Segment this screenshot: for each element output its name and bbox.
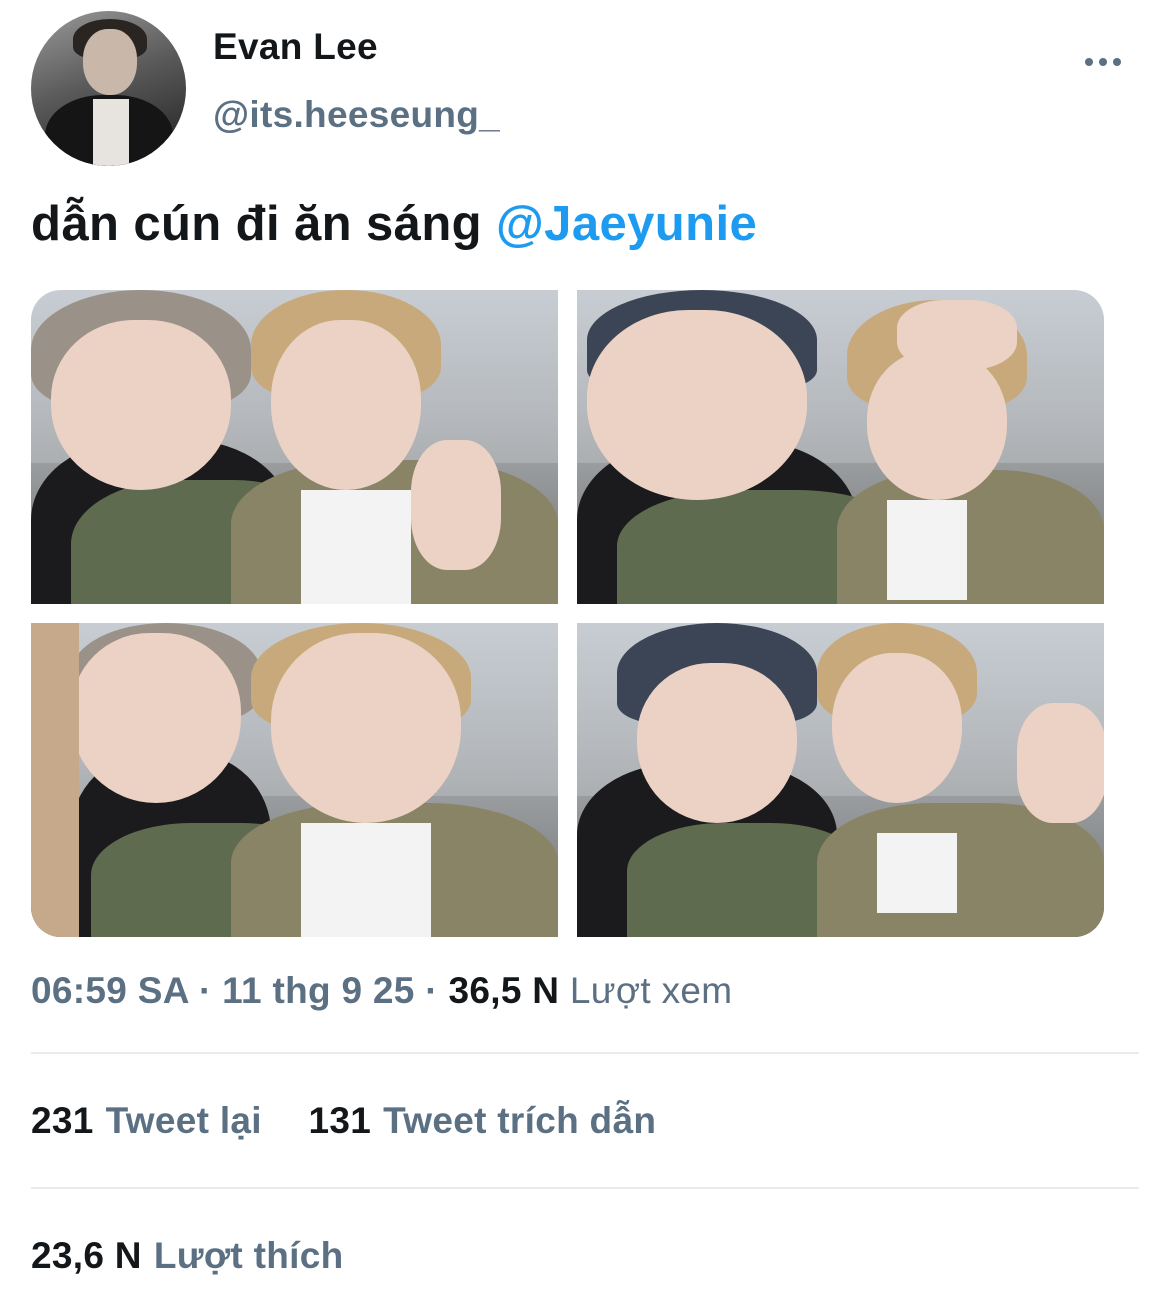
tweet-photo-2[interactable] xyxy=(577,290,1104,604)
likes-count: 23,6 N xyxy=(31,1235,142,1276)
divider xyxy=(31,1052,1139,1054)
tweet-meta: 06:59 SA · 11 thg 9 25 · 36,5 N Lượt xem xyxy=(31,970,732,1012)
person-face xyxy=(832,653,962,803)
quotes-label: Tweet trích dẫn xyxy=(383,1100,657,1141)
person-face xyxy=(867,350,1007,500)
tweet-time[interactable]: 06:59 SA xyxy=(31,970,188,1011)
tweet-photo-1[interactable] xyxy=(31,290,558,604)
avatar-figure-face xyxy=(83,29,137,95)
person-face xyxy=(587,310,807,500)
engagement-stats: 231 Tweet lại 131 Tweet trích dẫn xyxy=(31,1100,692,1142)
hand-on-head xyxy=(897,300,1017,370)
person-face xyxy=(271,633,461,823)
divider xyxy=(31,1187,1139,1189)
avatar[interactable] xyxy=(31,11,186,166)
person-shirt xyxy=(301,823,431,937)
person-face xyxy=(51,320,231,490)
more-dot xyxy=(1113,58,1121,66)
person-shirt xyxy=(301,490,411,604)
meta-separator: · xyxy=(425,970,438,1011)
meta-separator: · xyxy=(198,970,212,1011)
more-dot xyxy=(1099,58,1107,66)
views-label: Lượt xem xyxy=(569,970,733,1011)
tweet-photo-3[interactable] xyxy=(31,623,558,937)
tweet-photo-4[interactable] xyxy=(577,623,1104,937)
person-shirt xyxy=(887,500,967,600)
retweets-stat[interactable]: 231 Tweet lại xyxy=(31,1100,262,1142)
views-count[interactable]: 36,5 N xyxy=(448,970,559,1011)
avatar-figure-shirt xyxy=(93,99,129,166)
foreground-blur xyxy=(31,623,79,937)
likes-label: Lượt thích xyxy=(153,1235,344,1276)
person-face xyxy=(271,320,421,490)
person-face xyxy=(637,663,797,823)
waving-hand xyxy=(1017,703,1104,823)
likes-stats: 23,6 N Lượt thích xyxy=(31,1235,380,1277)
likes-stat[interactable]: 23,6 N Lượt thích xyxy=(31,1235,344,1277)
quotes-stat[interactable]: 131 Tweet trích dẫn xyxy=(308,1100,656,1142)
mention-link[interactable]: @Jaeyunie xyxy=(496,197,757,251)
tweet-text: dẫn cún đi ăn sáng @Jaeyunie xyxy=(31,196,757,252)
display-name[interactable]: Evan Lee xyxy=(213,26,378,68)
person-jacket xyxy=(817,803,1104,937)
retweets-count: 231 xyxy=(31,1100,94,1141)
retweets-label: Tweet lại xyxy=(105,1100,262,1141)
person-face xyxy=(71,633,241,803)
user-handle[interactable]: @its.heeseung_ xyxy=(213,94,500,136)
tweet-date[interactable]: 11 thg 9 25 xyxy=(222,970,415,1011)
tweet-body: dẫn cún đi ăn sáng xyxy=(31,197,482,251)
thumbs-up-hand xyxy=(411,440,501,570)
more-dot xyxy=(1085,58,1093,66)
quotes-count: 131 xyxy=(308,1100,372,1141)
person-shirt xyxy=(877,833,957,913)
more-horizontal-icon[interactable] xyxy=(1085,52,1129,72)
